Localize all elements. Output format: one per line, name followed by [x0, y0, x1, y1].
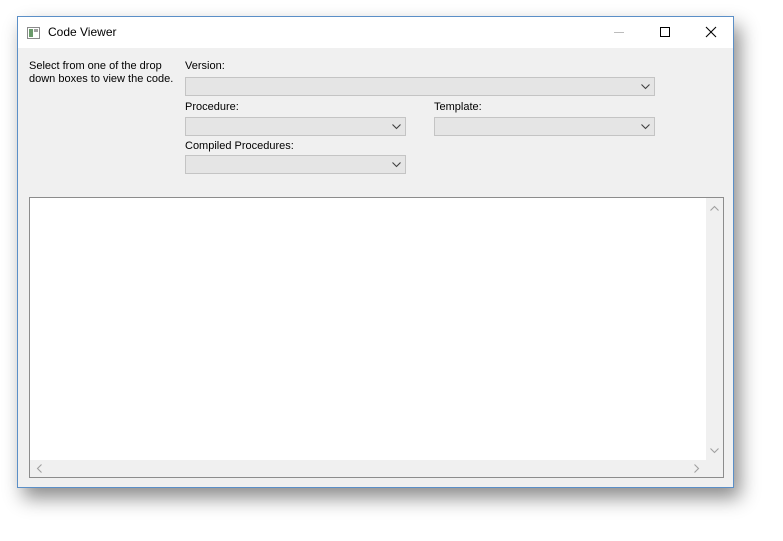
maximize-icon	[660, 27, 670, 37]
vertical-scrollbar[interactable]	[706, 198, 723, 460]
chevron-right-icon[interactable]	[694, 464, 700, 473]
procedure-label: Procedure:	[185, 101, 239, 113]
instruction-text: Select from one of the drop down boxes t…	[29, 60, 174, 85]
version-label: Version:	[185, 60, 225, 72]
chevron-left-icon[interactable]	[36, 464, 42, 473]
client-area: Select from one of the drop down boxes t…	[18, 48, 733, 487]
scrollbar-corner	[706, 460, 723, 477]
window-app-icon[interactable]	[27, 27, 40, 39]
compiled-procedures-dropdown[interactable]	[185, 155, 406, 174]
maximize-button[interactable]	[642, 17, 688, 48]
version-dropdown[interactable]	[185, 77, 655, 96]
chevron-down-icon	[641, 84, 650, 90]
window-title: Code Viewer	[48, 25, 117, 39]
minimize-icon	[614, 32, 624, 33]
code-text-area[interactable]	[29, 197, 724, 478]
compiled-procedures-label: Compiled Procedures:	[185, 140, 294, 152]
chevron-down-icon	[392, 162, 401, 168]
close-button[interactable]	[688, 17, 734, 48]
code-viewer-window: Code Viewer Select from one of the drop …	[17, 16, 734, 488]
chevron-down-icon	[392, 124, 401, 130]
chevron-down-icon	[641, 124, 650, 130]
chevron-down-icon[interactable]	[710, 448, 719, 454]
minimize-button[interactable]	[596, 17, 642, 48]
close-icon	[705, 26, 717, 38]
template-dropdown[interactable]	[434, 117, 655, 136]
chevron-up-icon[interactable]	[710, 205, 719, 211]
procedure-dropdown[interactable]	[185, 117, 406, 136]
template-label: Template:	[434, 101, 482, 113]
title-bar[interactable]: Code Viewer	[18, 17, 733, 48]
horizontal-scrollbar[interactable]	[30, 460, 706, 477]
